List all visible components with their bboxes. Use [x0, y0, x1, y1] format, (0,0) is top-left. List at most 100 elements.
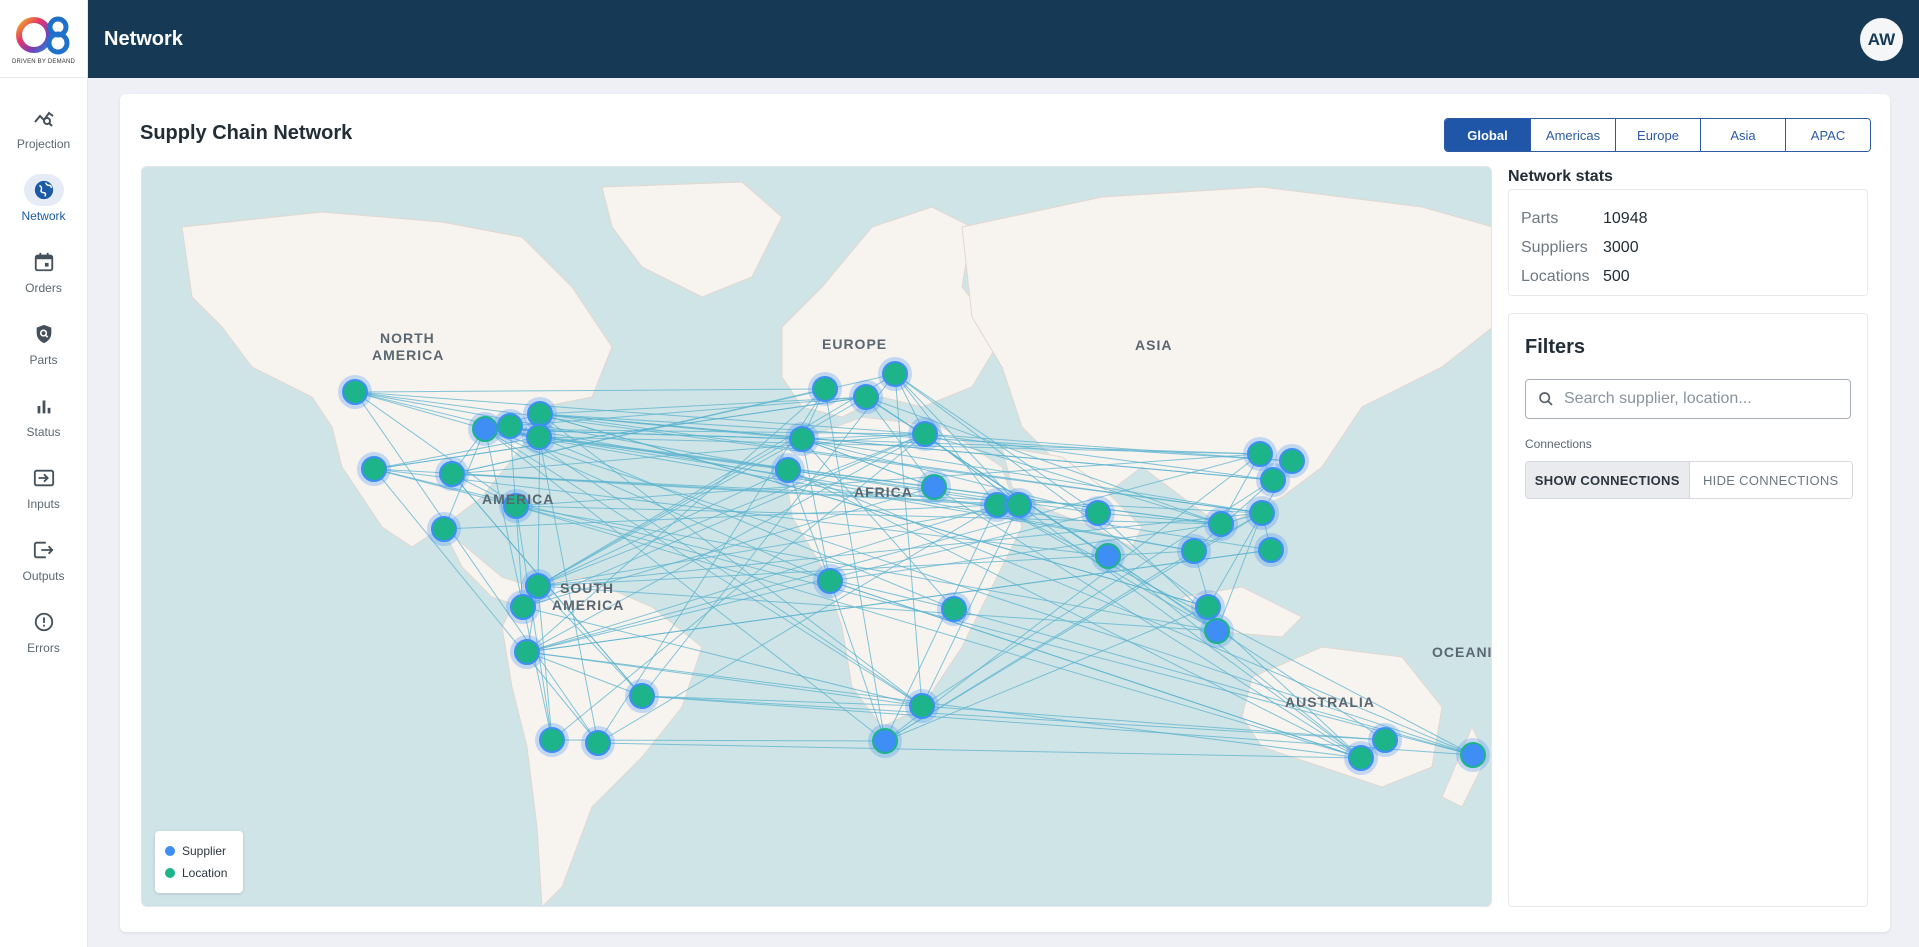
- location-dot-icon: [165, 868, 175, 878]
- sidebar-item-network[interactable]: Network: [0, 162, 87, 234]
- sidebar-item-orders[interactable]: Orders: [0, 234, 87, 306]
- connections-label: Connections: [1525, 437, 1592, 451]
- map-label-north: NORTH: [380, 330, 435, 346]
- map-label-america-3: AMERICA: [552, 597, 624, 613]
- region-button-europe[interactable]: Europe: [1615, 119, 1700, 151]
- legend-supplier: Supplier: [165, 840, 233, 862]
- location-node[interactable]: [1344, 741, 1378, 775]
- calendar-icon: [24, 246, 64, 278]
- location-node[interactable]: [908, 417, 942, 451]
- sidebar-item-label: Status: [26, 424, 61, 439]
- location-node[interactable]: [1177, 534, 1211, 568]
- location-node[interactable]: [1204, 507, 1238, 541]
- location-node[interactable]: [878, 357, 912, 391]
- card-title: Supply Chain Network: [140, 122, 353, 144]
- map-legend: Supplier Location: [155, 831, 243, 893]
- filters-title: Filters: [1525, 336, 1586, 358]
- region-selector: Global Americas Europe Asia APAC: [1444, 118, 1871, 152]
- filters-panel: Filters Connections SHOW CONNECTIONS HID…: [1508, 313, 1868, 907]
- supplier-node[interactable]: [917, 470, 951, 504]
- stat-row-suppliers: Suppliers 3000: [1521, 233, 1855, 262]
- location-node[interactable]: [427, 512, 461, 546]
- location-node[interactable]: [808, 372, 842, 406]
- supply-chain-card: Supply Chain Network Global Americas Eur…: [120, 94, 1890, 932]
- globe-icon: [23, 173, 64, 206]
- sidebar-item-label: Projection: [16, 136, 71, 151]
- location-node[interactable]: [813, 564, 847, 598]
- sidebar-item-label: Inputs: [27, 496, 60, 511]
- location-node[interactable]: [1081, 496, 1115, 530]
- region-button-americas[interactable]: Americas: [1530, 119, 1615, 151]
- user-avatar[interactable]: AW: [1860, 18, 1903, 61]
- location-node[interactable]: [785, 422, 819, 456]
- search-input[interactable]: [1564, 390, 1834, 408]
- sidebar-item-label: Orders: [25, 280, 62, 295]
- stat-value: 500: [1603, 267, 1630, 285]
- sidebar-item-label: Network: [21, 208, 66, 223]
- sidebar-item-label: Outputs: [22, 568, 65, 583]
- supplier-node[interactable]: [868, 724, 902, 758]
- logo-tagline: DRIVEN BY DEMAND: [11, 58, 76, 65]
- location-node[interactable]: [338, 375, 372, 409]
- supplier-node[interactable]: [1200, 614, 1234, 648]
- region-button-apac[interactable]: APAC: [1785, 119, 1870, 151]
- map-label-australia: AUSTRALIA: [1285, 694, 1375, 710]
- stat-key: Locations: [1521, 267, 1590, 285]
- location-node[interactable]: [357, 452, 391, 486]
- sidebar-item-status[interactable]: Status: [0, 378, 87, 450]
- hide-connections-button[interactable]: HIDE CONNECTIONS: [1689, 462, 1852, 498]
- location-node[interactable]: [771, 453, 805, 487]
- stats-box: Parts 10948 Suppliers 3000 Locations 500: [1508, 189, 1868, 296]
- location-node[interactable]: [905, 689, 939, 723]
- supplier-node[interactable]: [1456, 738, 1490, 772]
- location-node[interactable]: [1245, 496, 1279, 530]
- location-node[interactable]: [522, 420, 556, 454]
- stat-key: Suppliers: [1521, 238, 1588, 256]
- map-canvas[interactable]: NORTH AMERICA EUROPE ASIA AMERICA AFRICA…: [142, 167, 1492, 907]
- location-node[interactable]: [937, 592, 971, 626]
- location-node[interactable]: [625, 679, 659, 713]
- stat-row-parts: Parts 10948: [1521, 204, 1855, 233]
- region-button-global[interactable]: Global: [1445, 119, 1530, 151]
- sidebar-item-projection[interactable]: Projection: [0, 90, 87, 162]
- legend-location-label: Location: [182, 866, 228, 880]
- sidebar-item-inputs[interactable]: Inputs: [0, 450, 87, 522]
- page-title: Network: [104, 28, 183, 50]
- location-node[interactable]: [510, 635, 544, 669]
- map-label-america-1: AMERICA: [372, 347, 444, 363]
- sidebar: DRIVEN BY DEMAND Projection Network Orde…: [0, 0, 88, 947]
- supplier-node[interactable]: [1091, 539, 1125, 573]
- sidebar-nav: Projection Network Orders Parts Status I…: [0, 78, 87, 666]
- sidebar-item-parts[interactable]: Parts: [0, 306, 87, 378]
- sidebar-item-label: Errors: [27, 640, 60, 655]
- map-label-south: SOUTH: [560, 580, 614, 596]
- location-node[interactable]: [581, 726, 615, 760]
- sidebar-item-errors[interactable]: Errors: [0, 594, 87, 666]
- logo-mark: [14, 13, 74, 57]
- show-connections-button[interactable]: SHOW CONNECTIONS: [1526, 462, 1690, 498]
- error-icon: [24, 606, 64, 638]
- map-label-america-2: AMERICA: [482, 491, 554, 507]
- map-label-oceania: OCEANI: [1432, 644, 1492, 660]
- location-node[interactable]: [506, 590, 540, 624]
- o8-logo-icon: [15, 16, 69, 54]
- shield-search-icon: [24, 318, 64, 350]
- supplier-dot-icon: [165, 846, 175, 856]
- region-button-asia[interactable]: Asia: [1700, 119, 1785, 151]
- stat-value: 3000: [1603, 238, 1639, 256]
- brand-logo[interactable]: DRIVEN BY DEMAND: [0, 0, 87, 78]
- input-icon: [24, 462, 64, 494]
- map-label-europe: EUROPE: [822, 336, 887, 352]
- location-node[interactable]: [1254, 533, 1288, 567]
- search-box[interactable]: [1525, 379, 1851, 419]
- sidebar-item-outputs[interactable]: Outputs: [0, 522, 87, 594]
- location-node[interactable]: [535, 723, 569, 757]
- network-map[interactable]: NORTH AMERICA EUROPE ASIA AMERICA AFRICA…: [141, 166, 1492, 907]
- location-node[interactable]: [493, 409, 527, 443]
- connections-toggle: SHOW CONNECTIONS HIDE CONNECTIONS: [1525, 461, 1853, 499]
- location-node[interactable]: [435, 457, 469, 491]
- location-node[interactable]: [1002, 488, 1036, 522]
- location-node[interactable]: [849, 380, 883, 414]
- location-node[interactable]: [1256, 463, 1290, 497]
- legend-supplier-label: Supplier: [182, 844, 227, 858]
